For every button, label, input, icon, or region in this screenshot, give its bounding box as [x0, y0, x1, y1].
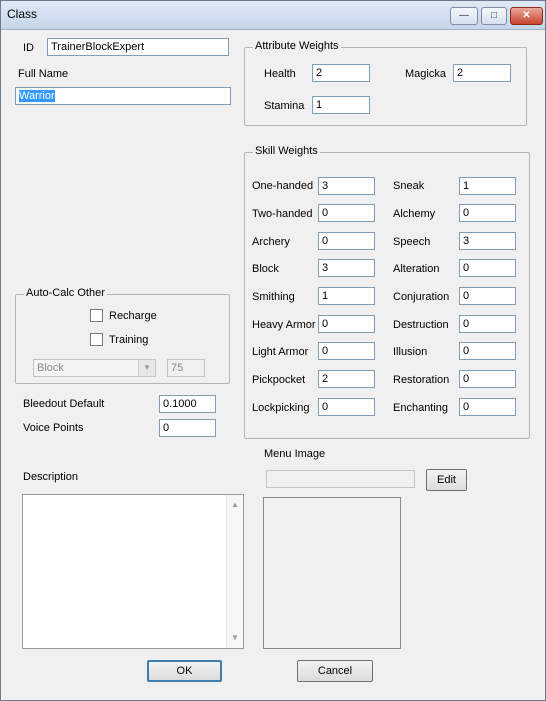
bleedout-label: Bleedout Default	[23, 398, 105, 410]
menu-image-label: Menu Image	[264, 448, 326, 460]
skill-label-smithing: Smithing	[252, 291, 295, 303]
skill-input-alteration[interactable]: 0	[459, 259, 516, 277]
skill-label-two-handed: Two-handed	[252, 208, 313, 220]
minimize-button[interactable]: —	[450, 7, 478, 25]
skill-input-one-handed[interactable]: 3	[318, 177, 375, 195]
skill-label-illusion: Illusion	[393, 346, 428, 358]
title-bar[interactable]: Class — □ ✕	[1, 1, 545, 30]
training-label: Training	[109, 334, 149, 346]
skill-input-heavy-armor[interactable]: 0	[318, 315, 375, 333]
recharge-label: Recharge	[109, 310, 157, 322]
skill-label-alteration: Alteration	[393, 263, 440, 275]
skill-label-restoration: Restoration	[393, 374, 450, 386]
skill-label-destruction: Destruction	[393, 319, 449, 331]
stamina-input[interactable]: 1	[312, 96, 370, 114]
training-level-input[interactable]: 75	[167, 359, 205, 377]
attribute-weights-title: Attribute Weights	[253, 40, 341, 52]
training-skill-select[interactable]: Block ▼	[33, 359, 156, 377]
chevron-down-icon: ▼	[138, 360, 155, 376]
description-scrollbar[interactable]: ▲ ▼	[226, 495, 243, 648]
magicka-input[interactable]: 2	[453, 64, 511, 82]
skill-input-illusion[interactable]: 0	[459, 342, 516, 360]
window-title: Class	[7, 7, 38, 21]
skill-input-enchanting[interactable]: 0	[459, 398, 516, 416]
skill-label-block: Block	[252, 263, 279, 275]
class-dialog: Class — □ ✕ ID TrainerBlockExpert Full N…	[0, 0, 546, 701]
skill-input-two-handed[interactable]: 0	[318, 204, 375, 222]
maximize-button[interactable]: □	[481, 7, 507, 25]
description-label: Description	[23, 471, 79, 483]
stamina-label: Stamina	[264, 100, 305, 112]
skill-input-archery[interactable]: 0	[318, 232, 375, 250]
full-name-input[interactable]: Warrior	[15, 87, 231, 105]
description-textarea[interactable]: ▲ ▼	[22, 494, 244, 649]
training-checkbox[interactable]	[90, 333, 103, 346]
skill-weights-title: Skill Weights	[253, 145, 320, 157]
full-name-label: Full Name	[18, 68, 69, 80]
skill-label-lockpicking: Lockpicking	[252, 402, 310, 414]
magicka-label: Magicka	[405, 68, 446, 80]
skill-label-one-handed: One-handed	[252, 180, 314, 192]
full-name-value: Warrior	[19, 90, 55, 102]
id-label: ID	[23, 42, 34, 54]
scroll-down-icon[interactable]: ▼	[227, 630, 243, 646]
voice-points-label: Voice Points	[23, 422, 84, 434]
edit-image-button[interactable]: Edit	[426, 469, 467, 491]
skill-label-sneak: Sneak	[393, 180, 425, 192]
cancel-button[interactable]: Cancel	[297, 660, 373, 682]
skill-input-speech[interactable]: 3	[459, 232, 516, 250]
voice-points-input[interactable]: 0	[159, 419, 216, 437]
skill-input-sneak[interactable]: 1	[459, 177, 516, 195]
skill-input-block[interactable]: 3	[318, 259, 375, 277]
menu-image-path	[266, 470, 415, 488]
auto-calc-title: Auto-Calc Other	[24, 287, 107, 299]
id-input[interactable]: TrainerBlockExpert	[47, 38, 229, 56]
training-skill-value: Block	[37, 362, 64, 374]
health-label: Health	[264, 68, 296, 80]
skill-input-alchemy[interactable]: 0	[459, 204, 516, 222]
scroll-up-icon[interactable]: ▲	[227, 497, 243, 513]
menu-image-preview	[263, 497, 401, 649]
skill-input-smithing[interactable]: 1	[318, 287, 375, 305]
skill-input-restoration[interactable]: 0	[459, 370, 516, 388]
ok-button[interactable]: OK	[147, 660, 222, 682]
skill-input-destruction[interactable]: 0	[459, 315, 516, 333]
skill-label-alchemy: Alchemy	[393, 208, 436, 220]
skill-label-heavy-armor: Heavy Armor	[252, 319, 316, 331]
close-button[interactable]: ✕	[510, 7, 543, 25]
skill-label-speech: Speech	[393, 236, 431, 248]
bleedout-input[interactable]: 0.1000	[159, 395, 216, 413]
skill-label-light-armor: Light Armor	[252, 346, 309, 358]
skill-input-conjuration[interactable]: 0	[459, 287, 516, 305]
skill-input-lockpicking[interactable]: 0	[318, 398, 375, 416]
health-input[interactable]: 2	[312, 64, 370, 82]
recharge-checkbox[interactable]	[90, 309, 103, 322]
skill-label-enchanting: Enchanting	[393, 402, 449, 414]
attribute-weights-group: Attribute Weights	[244, 40, 527, 126]
skill-input-light-armor[interactable]: 0	[318, 342, 375, 360]
skill-label-conjuration: Conjuration	[393, 291, 450, 303]
skill-input-pickpocket[interactable]: 2	[318, 370, 375, 388]
skill-label-archery: Archery	[252, 236, 290, 248]
skill-label-pickpocket: Pickpocket	[252, 374, 306, 386]
